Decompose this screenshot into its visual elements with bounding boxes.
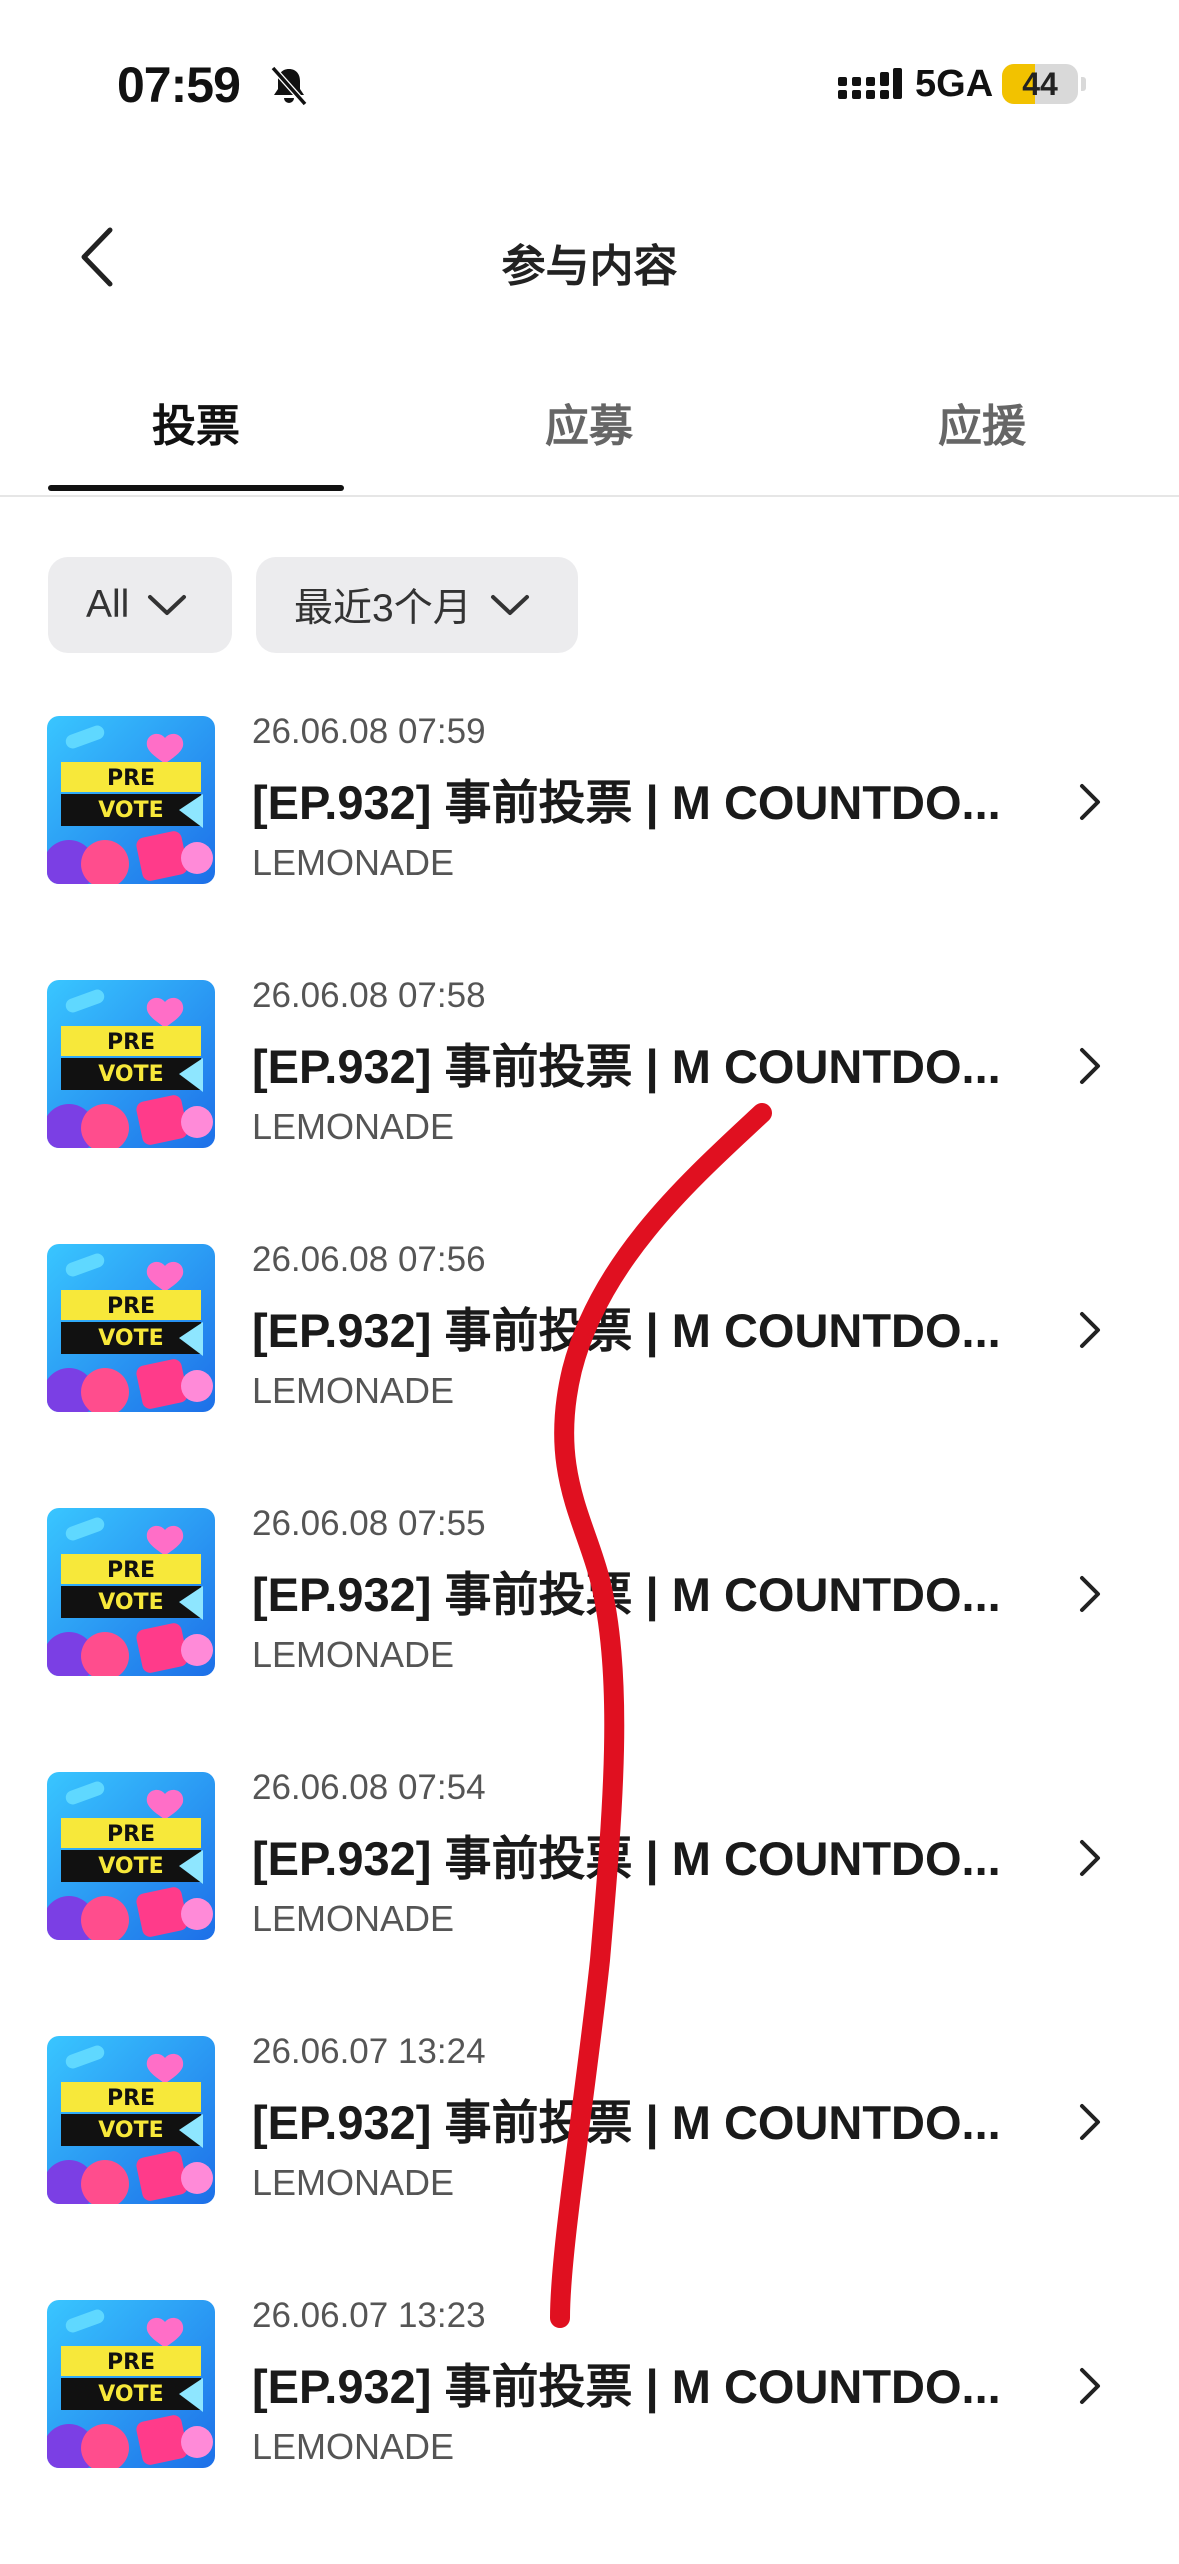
status-time: 07:59 [117, 57, 241, 113]
thumb-line-2: VOTE [98, 1590, 164, 1615]
chevron-down-icon [490, 595, 529, 615]
item-thumbnail: PRE VOTE [47, 1508, 215, 1676]
cellular-signal-icon [838, 68, 902, 99]
thumb-line-1: PRE [106, 2086, 156, 2111]
item-date: 26.06.08 07:54 [252, 1768, 486, 1807]
thumb-line-1: PRE [106, 766, 156, 791]
thumb-line-1: PRE [106, 1822, 156, 1847]
battery-level: 44 [1022, 66, 1058, 102]
battery-indicator: 44 [1002, 64, 1078, 104]
battery-tip [1081, 77, 1086, 91]
period-filter-label: 最近3个月 [294, 587, 472, 630]
item-title: [EP.932] 事前投票 | M COUNTDO... [252, 2096, 1001, 2149]
item-subtitle: LEMONADE [252, 1898, 455, 1939]
status-bar: 07:59 5GA 44 [0, 0, 1179, 175]
item-subtitle: LEMONADE [252, 2426, 455, 2467]
item-date: 26.06.08 07:55 [252, 1504, 486, 1543]
tab-apply[interactable]: 应募 [439, 390, 739, 454]
thumb-line-2: VOTE [98, 2118, 164, 2143]
item-title: [EP.932] 事前投票 | M COUNTDO... [252, 776, 1001, 829]
item-subtitle: LEMONADE [252, 1370, 455, 1411]
item-title: [EP.932] 事前投票 | M COUNTDO... [252, 1040, 1001, 1093]
item-date: 26.06.07 13:23 [252, 2296, 486, 2335]
item-title: [EP.932] 事前投票 | M COUNTDO... [252, 1568, 1001, 1621]
list-item[interactable]: PRE VOTE 26.06.08 07:58 [EP.932] 事前投票 | … [0, 976, 1179, 1244]
chevron-right-icon [1080, 1576, 1100, 1612]
item-thumbnail: PRE VOTE [47, 1244, 215, 1412]
tab-vote[interactable]: 投票 [46, 390, 346, 454]
chevron-right-icon [1080, 1048, 1100, 1084]
item-thumbnail: PRE VOTE [47, 2036, 215, 2204]
tab-bar: 投票 应募 应援 [0, 345, 1179, 497]
item-thumbnail: PRE VOTE [47, 1772, 215, 1940]
navigation-header: 参与内容 [0, 175, 1179, 345]
item-date: 26.06.07 13:24 [252, 2032, 486, 2071]
item-subtitle: LEMONADE [252, 1106, 455, 1147]
item-title: [EP.932] 事前投票 | M COUNTDO... [252, 1832, 1001, 1885]
thumb-line-1: PRE [106, 1294, 156, 1319]
chevron-right-icon [1080, 1840, 1100, 1876]
item-date: 26.06.08 07:59 [252, 712, 486, 751]
thumb-line-2: VOTE [98, 2382, 164, 2407]
list-item[interactable]: PRE VOTE 26.06.08 07:55 [EP.932] 事前投票 | … [0, 1504, 1179, 1772]
list-item[interactable]: PRE VOTE 26.06.08 07:59 [EP.932] 事前投票 | … [0, 712, 1179, 980]
active-tab-indicator [48, 485, 344, 491]
bell-muted-icon [270, 66, 308, 106]
item-thumbnail: PRE VOTE [47, 980, 215, 1148]
network-type: 5GA [915, 63, 994, 105]
chevron-down-icon [148, 595, 187, 615]
thumb-line-1: PRE [106, 2350, 156, 2375]
item-thumbnail: PRE VOTE [47, 2300, 215, 2468]
chevron-right-icon [1080, 2104, 1100, 2140]
item-date: 26.06.08 07:56 [252, 1240, 486, 1279]
item-subtitle: LEMONADE [252, 2162, 455, 2203]
item-title: [EP.932] 事前投票 | M COUNTDO... [252, 2360, 1001, 2413]
thumb-line-1: PRE [106, 1030, 156, 1055]
item-title: [EP.932] 事前投票 | M COUNTDO... [252, 1304, 1001, 1357]
item-thumbnail: PRE VOTE [47, 716, 215, 884]
list-item[interactable]: PRE VOTE 26.06.08 07:56 [EP.932] 事前投票 | … [0, 1240, 1179, 1508]
thumb-line-2: VOTE [98, 1854, 164, 1879]
chevron-right-icon [1080, 1312, 1100, 1348]
tab-support[interactable]: 应援 [832, 390, 1132, 454]
chevron-right-icon [1080, 784, 1100, 820]
period-filter-dropdown[interactable]: 最近3个月 [256, 557, 578, 653]
item-subtitle: LEMONADE [252, 1634, 455, 1675]
thumb-line-2: VOTE [98, 1326, 164, 1351]
chevron-right-icon [1080, 2368, 1100, 2404]
thumb-line-1: PRE [106, 1558, 156, 1583]
thumb-line-2: VOTE [98, 1062, 164, 1087]
list-item[interactable]: PRE VOTE 26.06.08 07:54 [EP.932] 事前投票 | … [0, 1768, 1179, 2036]
list-item[interactable]: PRE VOTE 26.06.07 13:24 [EP.932] 事前投票 | … [0, 2032, 1179, 2300]
item-subtitle: LEMONADE [252, 842, 455, 883]
list-item[interactable]: PRE VOTE 26.06.07 13:23 [EP.932] 事前投票 | … [0, 2296, 1179, 2564]
type-filter-dropdown[interactable]: All [48, 557, 232, 653]
type-filter-label: All [86, 583, 130, 626]
item-date: 26.06.08 07:58 [252, 976, 486, 1015]
thumb-line-2: VOTE [98, 798, 164, 823]
page-title: 参与内容 [501, 242, 678, 291]
